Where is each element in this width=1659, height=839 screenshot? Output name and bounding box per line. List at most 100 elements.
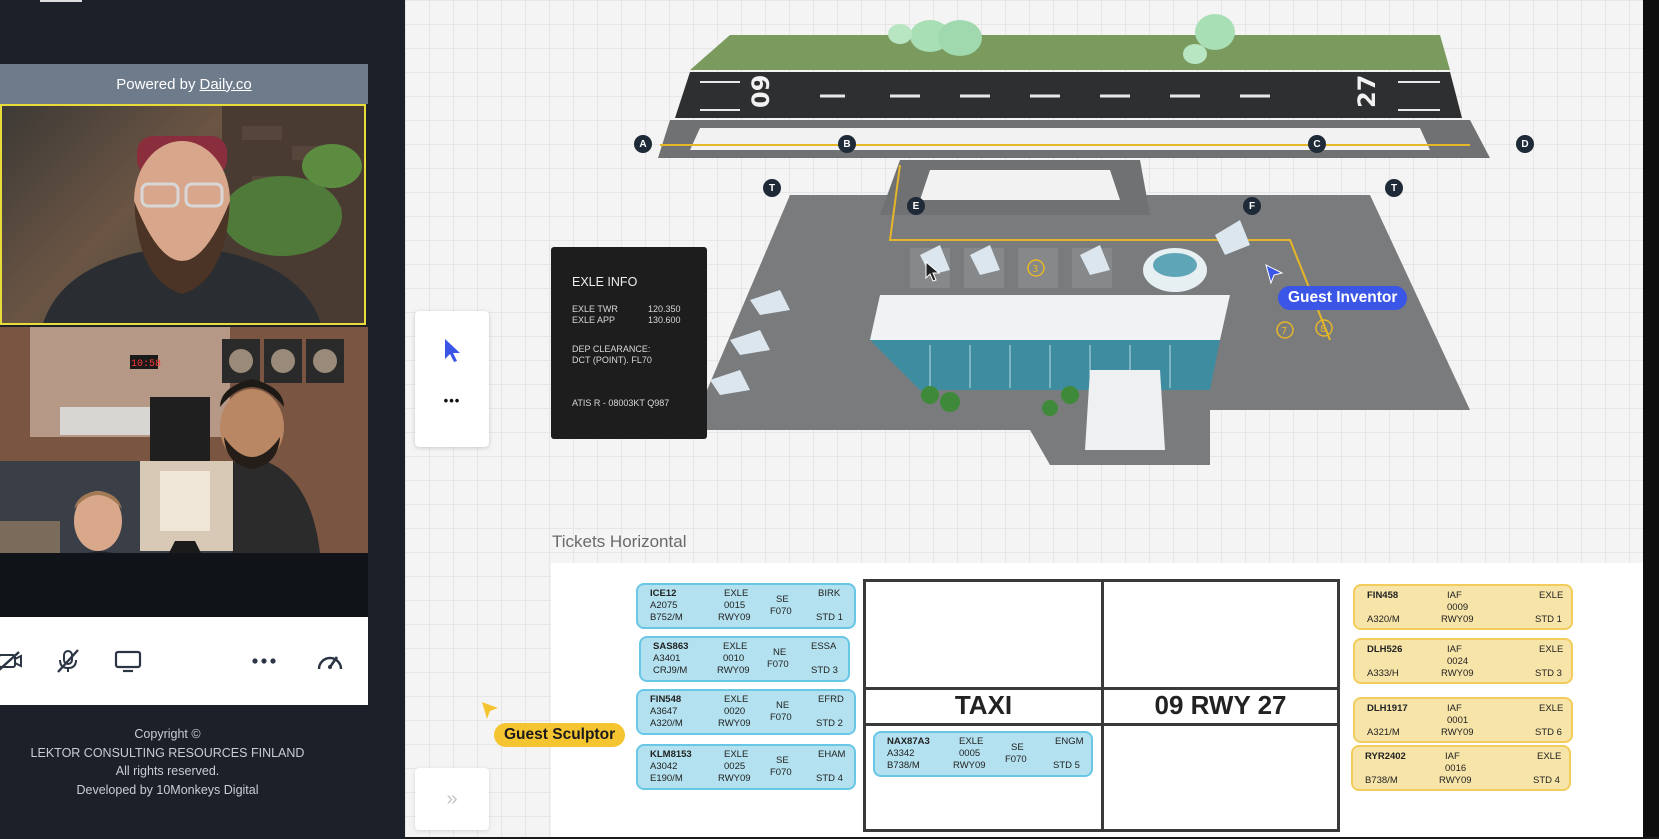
info-dep-value: DCT (POINT). FL70 bbox=[572, 355, 652, 365]
runway-bay-label: 09 RWY 27 bbox=[1154, 690, 1287, 720]
strip-wake: B738/M bbox=[887, 760, 920, 771]
strip-direction: SE bbox=[776, 594, 789, 605]
strip-origin: IAF bbox=[1447, 703, 1462, 714]
taxiway-marker-d: D bbox=[1516, 135, 1534, 153]
strip-wake: A321/M bbox=[1367, 727, 1400, 738]
mic-off-icon[interactable] bbox=[52, 647, 84, 675]
strip-origin: IAF bbox=[1445, 751, 1460, 762]
grid-divider-bottom bbox=[863, 723, 1340, 726]
strip-destination: EXLE bbox=[1539, 644, 1564, 655]
strip-stand: STD 4 bbox=[816, 773, 843, 784]
strip-squawk: 0016 bbox=[1445, 763, 1467, 774]
stand-7-label: 7 bbox=[1281, 326, 1287, 337]
strip-type: A2075 bbox=[650, 600, 678, 611]
strip-origin: EXLE bbox=[724, 588, 749, 599]
strip-squawk: 0009 bbox=[1447, 602, 1469, 613]
strip-type: A3042 bbox=[650, 761, 678, 772]
screen-share-icon[interactable] bbox=[112, 647, 144, 675]
flight-strip-ryr2402[interactable]: RYR2402 B738/M IAF 0016 RWY09 EXLE STD 4 bbox=[1351, 745, 1571, 791]
pointer-icon[interactable] bbox=[443, 337, 463, 363]
strip-level: F070 bbox=[1005, 754, 1027, 765]
call-controls bbox=[0, 617, 368, 705]
taxiway-marker-c: C bbox=[1308, 135, 1326, 153]
strip-runway: RWY09 bbox=[718, 612, 751, 623]
info-twr-label: EXLE TWR bbox=[572, 304, 618, 314]
strip-wake: E190/M bbox=[650, 773, 683, 784]
stand-8-label: 8 bbox=[1320, 324, 1326, 335]
strip-type: A3647 bbox=[650, 706, 678, 717]
flight-strip-fin458[interactable]: FIN458 A320/M IAF 0009 RWY09 EXLE STD 1 bbox=[1353, 584, 1573, 630]
strip-destination: EXLE bbox=[1539, 703, 1564, 714]
runway-27-label: 27 bbox=[1353, 75, 1381, 108]
more-tools-icon[interactable]: ••• bbox=[415, 393, 489, 408]
strip-level: F070 bbox=[770, 767, 792, 778]
strip-destination: ESSA bbox=[811, 641, 837, 652]
guest-inventor-label: Guest Inventor bbox=[1278, 286, 1408, 310]
strip-callsign: KLM8153 bbox=[650, 749, 692, 760]
flight-strip-dlh526[interactable]: DLH526 A333/H IAF 0024 RWY09 EXLE STD 3 bbox=[1353, 638, 1573, 684]
terminal-roof bbox=[870, 295, 1230, 340]
strip-destination: BIRK bbox=[818, 588, 841, 599]
board-title: Tickets Horizontal bbox=[552, 532, 687, 551]
strip-level: F070 bbox=[770, 606, 792, 617]
runway-09-label: 09 bbox=[747, 75, 775, 108]
guest-inventor-cursor-icon bbox=[1265, 264, 1284, 285]
strip-origin: IAF bbox=[1447, 644, 1462, 655]
flight-strip-sas863[interactable]: SAS863 A3401 CRJ9/M EXLE 0010 RWY09 NE F… bbox=[639, 636, 850, 682]
strip-runway: RWY09 bbox=[953, 760, 986, 771]
footer-copyright: Copyright © bbox=[134, 727, 201, 741]
strip-level: F070 bbox=[767, 659, 789, 670]
strip-stand: STD 2 bbox=[816, 718, 843, 729]
more-options-icon[interactable] bbox=[248, 647, 280, 675]
guest-sculptor-cursor-icon bbox=[482, 702, 498, 719]
sidebar-top-bar bbox=[40, 0, 82, 2]
powered-by-text: Powered by bbox=[116, 75, 196, 93]
strip-destination: EHAM bbox=[818, 749, 846, 760]
strip-squawk: 0005 bbox=[959, 748, 981, 759]
strip-direction: NE bbox=[776, 700, 790, 711]
speedometer-icon[interactable] bbox=[314, 647, 346, 675]
expand-toolbar-button[interactable]: » bbox=[415, 768, 489, 830]
taxiway-marker-t-right: T bbox=[1385, 179, 1403, 197]
flight-strip-fin548[interactable]: FIN548 A3647 A320/M EXLE 0020 RWY09 NE F… bbox=[636, 689, 856, 735]
mouse-cursor-icon bbox=[925, 261, 941, 282]
guest-sculptor-label: Guest Sculptor bbox=[494, 723, 626, 747]
info-title: EXLE INFO bbox=[572, 275, 638, 289]
flight-strip-klm8153[interactable]: KLM8153 A3042 E190/M EXLE 0025 RWY09 SE … bbox=[636, 744, 856, 790]
strip-direction: SE bbox=[776, 755, 789, 766]
participant-1-video bbox=[43, 106, 364, 323]
strip-destination: EXLE bbox=[1539, 590, 1564, 601]
video-tile-participant-1[interactable] bbox=[0, 104, 366, 325]
info-twr-freq: 120.350 bbox=[648, 304, 681, 314]
taxiway-marker-a: A bbox=[634, 135, 652, 153]
flight-strip-ice12[interactable]: ICE12 A2075 B752/M EXLE 0015 RWY09 SE F0… bbox=[636, 583, 856, 629]
video-strip-background bbox=[0, 553, 368, 617]
strip-destination: EXLE bbox=[1537, 751, 1562, 762]
strip-runway: RWY09 bbox=[718, 773, 751, 784]
strip-stand: STD 4 bbox=[1533, 775, 1560, 786]
strip-squawk: 0025 bbox=[724, 761, 746, 772]
strip-wake: B738/M bbox=[1365, 775, 1398, 786]
window-right-edge bbox=[1643, 0, 1659, 839]
flight-strip-nax87a3[interactable]: NAX87A3 A3342 B738/M EXLE 0005 RWY09 SE … bbox=[873, 731, 1093, 777]
strip-type: A3401 bbox=[653, 653, 681, 664]
strip-destination: ENGM bbox=[1055, 736, 1084, 747]
flight-strip-dlh1917[interactable]: DLH1917 A321/M IAF 0001 RWY09 EXLE STD 6 bbox=[1353, 697, 1573, 743]
daily-co-link[interactable]: Daily.co bbox=[199, 76, 251, 93]
strip-runway: RWY09 bbox=[1439, 775, 1472, 786]
strip-origin: EXLE bbox=[724, 694, 749, 705]
taxiway-marker-t-left: T bbox=[763, 179, 781, 197]
strip-callsign: FIN548 bbox=[650, 694, 682, 705]
strip-runway: RWY09 bbox=[717, 665, 750, 676]
info-app-label: EXLE APP bbox=[572, 315, 616, 325]
camera-off-icon[interactable] bbox=[0, 647, 26, 675]
strip-squawk: 0015 bbox=[724, 600, 746, 611]
airport-illustration[interactable]: 09 27 3 7 8 bbox=[630, 10, 1540, 500]
strip-stand: STD 6 bbox=[1535, 727, 1562, 738]
strip-squawk: 0001 bbox=[1447, 715, 1469, 726]
taxiway-marker-e: E bbox=[907, 197, 925, 215]
sidebar-footer: Copyright © LEKTOR CONSULTING RESOURCES … bbox=[0, 725, 335, 799]
strip-wake: CRJ9/M bbox=[653, 665, 688, 676]
exle-info-card[interactable]: EXLE INFO EXLE TWR 120.350 EXLE APP 130.… bbox=[551, 247, 707, 439]
strip-origin: EXLE bbox=[723, 641, 748, 652]
